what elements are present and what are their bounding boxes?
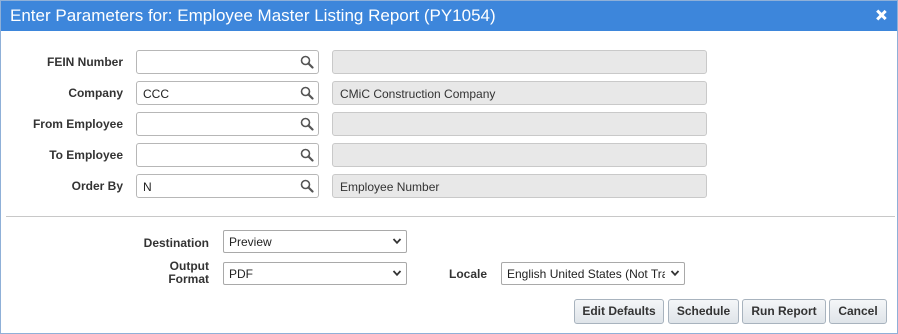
search-icon[interactable] (300, 148, 314, 162)
destination-select[interactable]: Preview (223, 230, 407, 253)
locale-select[interactable]: English United States (Not Tra (501, 262, 685, 285)
chevron-down-icon (392, 238, 402, 245)
search-icon[interactable] (300, 55, 314, 69)
company-value: CCC (143, 87, 169, 101)
output-format-label: Output Format (101, 260, 209, 286)
order-by-description-text: Employee Number (340, 180, 440, 194)
schedule-button[interactable]: Schedule (668, 299, 739, 324)
fein-number-input[interactable] (136, 50, 319, 74)
company-input[interactable]: CCC (136, 81, 319, 105)
from-employee-label: From Employee (32, 117, 123, 131)
parameters-dialog: Enter Parameters for: Employee Master Li… (0, 0, 898, 334)
cancel-button[interactable]: Cancel (829, 299, 887, 324)
run-report-button[interactable]: Run Report (742, 299, 826, 324)
output-format-select[interactable]: PDF (223, 262, 407, 285)
destination-label: Destination (143, 236, 209, 250)
destination-selected-value: Preview (229, 235, 272, 249)
order-by-value: N (143, 180, 152, 194)
dialog-title: Enter Parameters for: Employee Master Li… (10, 6, 496, 25)
company-description: CMiC Construction Company (332, 81, 707, 105)
order-by-description: Employee Number (332, 174, 707, 198)
from-employee-input[interactable] (136, 112, 319, 136)
output-format-label-line2: Format (168, 272, 209, 286)
title-bar[interactable]: Enter Parameters for: Employee Master Li… (1, 1, 897, 31)
search-icon[interactable] (300, 179, 314, 193)
order-by-label: Order By (71, 179, 123, 193)
locale-label: Locale (448, 267, 487, 281)
to-employee-label: To Employee (49, 148, 123, 162)
locale-selected-value: English United States (Not Tra (507, 267, 665, 281)
fein-number-description (332, 50, 707, 74)
search-icon[interactable] (300, 117, 314, 131)
close-icon[interactable] (873, 7, 889, 23)
to-employee-input[interactable] (136, 143, 319, 167)
fein-number-label: FEIN Number (46, 55, 123, 69)
company-description-text: CMiC Construction Company (340, 87, 496, 101)
output-format-selected-value: PDF (229, 267, 253, 281)
order-by-input[interactable]: N (136, 174, 319, 198)
from-employee-description (332, 112, 707, 136)
chevron-down-icon (392, 270, 402, 277)
to-employee-description (332, 143, 707, 167)
chevron-down-icon (670, 270, 680, 277)
company-label: Company (68, 86, 123, 100)
edit-defaults-button[interactable]: Edit Defaults (574, 299, 664, 324)
section-divider (6, 216, 895, 217)
search-icon[interactable] (300, 86, 314, 100)
